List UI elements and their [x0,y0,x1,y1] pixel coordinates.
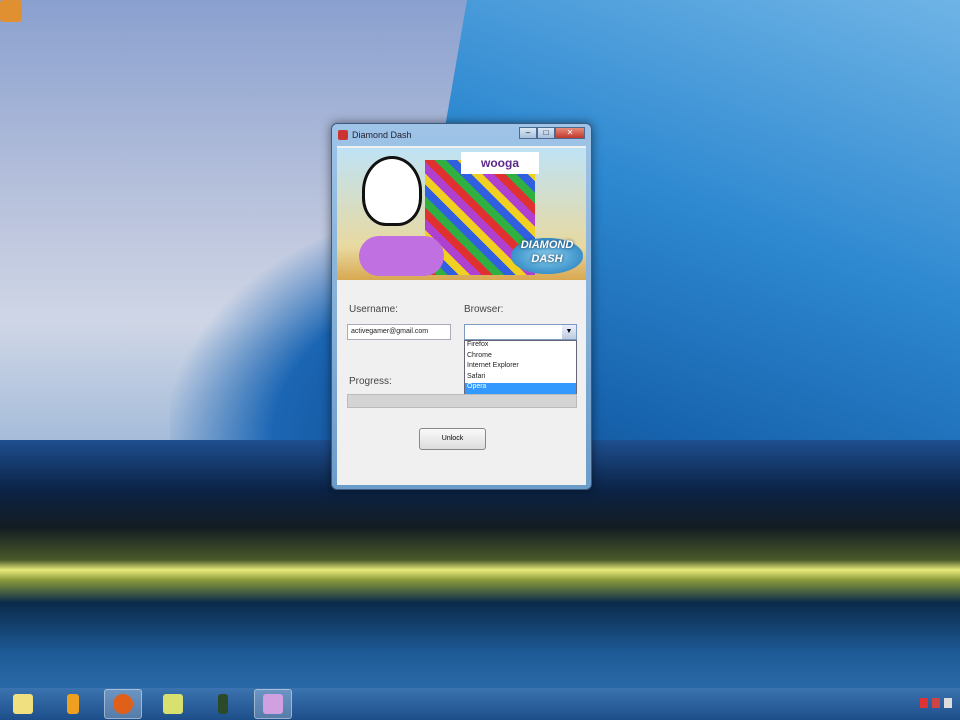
flag-icon[interactable] [920,698,928,708]
game-banner: wooga DIAMOND DASH [337,148,586,280]
window-title: Diamond Dash [352,130,412,140]
close-button[interactable]: ✕ [555,127,585,139]
system-tray [920,698,952,708]
progress-bar [347,394,577,408]
browser-label: Browser: [464,304,504,315]
taskbar-explorer[interactable] [4,689,42,719]
notes-icon [163,694,183,714]
logo-line1: DIAMOND [520,239,574,251]
option-safari[interactable]: Safari [465,373,576,384]
unlock-button[interactable]: Unlock [419,428,486,450]
desktop-icon[interactable] [0,0,24,45]
maximize-button[interactable]: □ [537,127,555,139]
cloud-image [359,236,444,276]
browser-dropdown-list: Firefox Chrome Internet Explorer Safari … [464,340,577,394]
firefox-icon [113,694,133,714]
diamond-dash-window: Diamond Dash – □ ✕ wooga DIAMOND DASH Use… [331,123,592,490]
app-icon [0,0,22,22]
username-label: Username: [349,304,398,315]
option-internet-explorer[interactable]: Internet Explorer [465,362,576,373]
option-firefox[interactable]: Firefox [465,341,576,352]
app-icon [218,694,228,714]
taskbar [0,688,960,720]
network-icon[interactable] [932,698,940,708]
taskbar-diamond-dash[interactable] [254,689,292,719]
volume-icon[interactable] [944,698,952,708]
taskbar-notes[interactable] [154,689,192,719]
browser-select[interactable]: ▼ [464,324,577,340]
media-player-icon [67,694,79,714]
folder-icon [13,694,33,714]
taskbar-media-player[interactable] [54,689,92,719]
taskbar-app[interactable] [204,689,242,719]
window-client: wooga DIAMOND DASH Username: Browser: act… [337,146,586,485]
username-input[interactable]: activegamer@gmail.com [347,324,451,340]
progress-label: Progress: [349,376,392,387]
diamond-dash-icon [263,694,283,714]
taskbar-firefox[interactable] [104,689,142,719]
option-opera[interactable]: Opera [465,383,576,394]
minimize-button[interactable]: – [519,127,537,139]
app-icon [338,130,348,140]
panda-image [362,156,422,226]
chevron-down-icon[interactable]: ▼ [562,325,576,339]
logo-line2: DASH [531,253,563,265]
wooga-logo: wooga [461,152,539,174]
option-chrome[interactable]: Chrome [465,352,576,363]
diamond-dash-logo: DIAMOND DASH [511,238,583,274]
